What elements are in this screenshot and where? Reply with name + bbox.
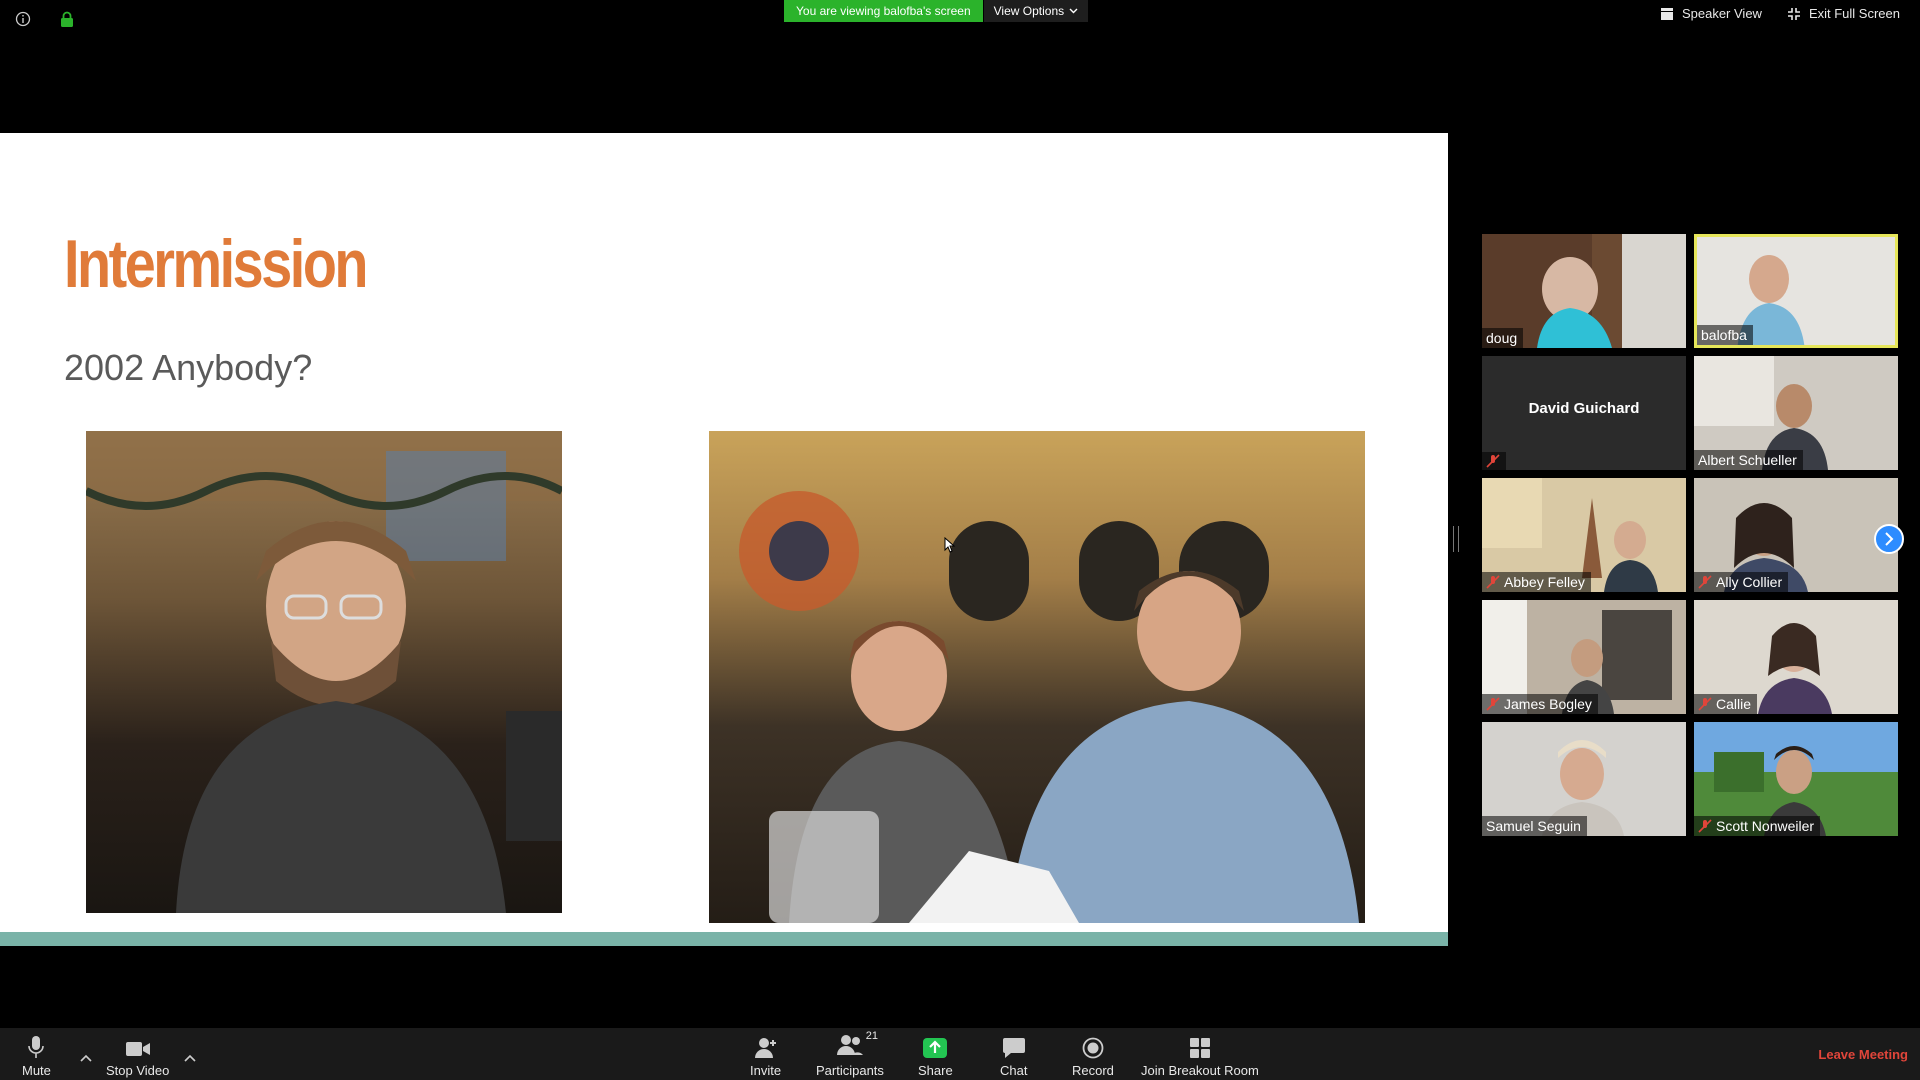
top-left-icons xyxy=(12,8,78,30)
info-icon[interactable] xyxy=(12,8,34,30)
slide-subtitle: 2002 Anybody? xyxy=(64,347,313,388)
breakout-rooms-icon xyxy=(1189,1038,1210,1058)
slide-title: Intermission xyxy=(64,226,368,302)
mic-muted-icon xyxy=(1698,575,1712,589)
video-camera-icon xyxy=(125,1042,150,1056)
chevron-right-icon xyxy=(1885,532,1894,546)
invite-button[interactable]: Invite xyxy=(750,1037,781,1078)
participant-tile[interactable]: doug xyxy=(1482,234,1686,348)
video-options-caret-icon[interactable] xyxy=(184,1054,196,1062)
microphone-icon xyxy=(28,1036,45,1058)
participant-tile[interactable]: Ally Collier xyxy=(1694,478,1898,592)
panel-resize-handle[interactable] xyxy=(1453,526,1459,552)
share-screen-button[interactable]: Share xyxy=(918,1037,953,1078)
participant-name: Samuel Seguin xyxy=(1482,816,1587,836)
slide-photo-right xyxy=(709,431,1365,923)
mic-muted-icon xyxy=(1486,575,1500,589)
participants-label: Participants xyxy=(816,1063,884,1078)
view-options-label: View Options xyxy=(993,4,1065,18)
gallery-next-page-button[interactable] xyxy=(1874,524,1904,554)
participant-tile[interactable]: Callie xyxy=(1694,600,1898,714)
participant-name: Scott Nonweiler xyxy=(1694,816,1821,836)
participant-name: doug xyxy=(1482,328,1524,348)
leave-meeting-button[interactable]: Leave Meeting xyxy=(1818,1047,1908,1062)
meeting-toolbar: Mute Stop Video Invite 21 Participants S… xyxy=(0,1028,1920,1080)
participant-name: Ally Collier xyxy=(1694,572,1789,592)
shared-screen: Intermission 2002 Anybody? xyxy=(0,133,1448,946)
slide-footer-bar xyxy=(0,932,1448,946)
exit-fullscreen-icon xyxy=(1787,7,1800,20)
view-options-button[interactable]: View Options xyxy=(982,0,1089,22)
share-label: Share xyxy=(918,1063,953,1078)
share-screen-icon xyxy=(923,1038,948,1058)
participant-tile[interactable]: Albert Schueller xyxy=(1694,356,1898,470)
exit-fullscreen-label: Exit Full Screen xyxy=(1808,6,1900,21)
participants-icon xyxy=(836,1035,863,1055)
top-right-controls: Speaker View Exit Full Screen xyxy=(1660,6,1900,21)
stop-video-label: Stop Video xyxy=(106,1063,170,1078)
chat-label: Chat xyxy=(1000,1063,1028,1078)
mic-muted-icon xyxy=(1698,697,1712,711)
participant-tile[interactable]: Samuel Seguin xyxy=(1482,722,1686,836)
chat-button[interactable]: Chat xyxy=(1000,1037,1027,1078)
participant-name: Callie xyxy=(1694,694,1758,714)
participant-name-center: David Guichard xyxy=(1528,400,1640,417)
slide-photo-left xyxy=(86,431,562,913)
participant-tile[interactable]: James Bogley xyxy=(1482,600,1686,714)
mic-muted-icon xyxy=(1698,819,1712,833)
participant-tile-active-speaker[interactable]: balofba xyxy=(1694,234,1898,348)
viewing-badge: You are viewing balofba's screen xyxy=(784,0,983,22)
mic-muted-icon xyxy=(1486,697,1500,711)
mute-label: Mute xyxy=(22,1063,51,1078)
record-button[interactable]: Record xyxy=(1072,1037,1114,1078)
screen-share-indicator: You are viewing balofba's screen View Op… xyxy=(784,0,1089,22)
exit-fullscreen-button[interactable]: Exit Full Screen xyxy=(1787,6,1900,21)
speaker-view-icon xyxy=(1660,7,1673,20)
participants-count: 21 xyxy=(865,1030,878,1042)
invite-label: Invite xyxy=(750,1063,782,1078)
audio-options-caret-icon[interactable] xyxy=(80,1054,92,1062)
participant-name: Albert Schueller xyxy=(1694,450,1803,470)
join-breakout-room-button[interactable]: Join Breakout Room xyxy=(1141,1037,1259,1078)
participant-tile[interactable]: Abbey Felley xyxy=(1482,478,1686,592)
record-label: Record xyxy=(1072,1063,1114,1078)
mute-button[interactable]: Mute xyxy=(22,1035,51,1078)
participant-tile[interactable]: Scott Nonweiler xyxy=(1694,722,1898,836)
participant-name: balofba xyxy=(1697,325,1753,345)
lock-icon[interactable] xyxy=(56,8,78,30)
breakout-label: Join Breakout Room xyxy=(1141,1063,1259,1078)
speaker-view-label: Speaker View xyxy=(1681,6,1762,21)
participant-name: Abbey Felley xyxy=(1482,572,1591,592)
mouse-cursor-icon xyxy=(944,537,956,553)
participant-tile[interactable]: David Guichard xyxy=(1482,356,1686,470)
add-person-icon xyxy=(754,1038,776,1058)
participants-button[interactable]: 21 Participants xyxy=(816,1030,884,1078)
chat-icon xyxy=(1002,1038,1025,1058)
participant-status xyxy=(1482,452,1506,470)
speaker-view-button[interactable]: Speaker View xyxy=(1660,6,1762,21)
stop-video-button[interactable]: Stop Video xyxy=(106,1039,169,1078)
record-icon xyxy=(1082,1037,1104,1059)
chevron-down-icon xyxy=(1069,8,1078,14)
participant-name: James Bogley xyxy=(1482,694,1598,714)
mic-muted-icon xyxy=(1486,454,1500,468)
